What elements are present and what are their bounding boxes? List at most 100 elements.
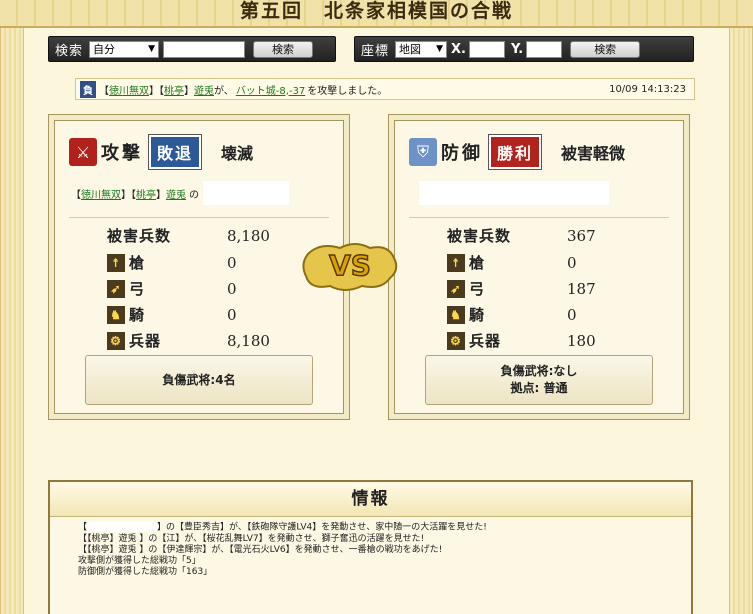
stat-value: 8,180 xyxy=(227,226,270,245)
attacker-damage-level: 壊滅 xyxy=(221,144,254,163)
timestamp: 10/09 14:13:23 xyxy=(609,83,686,95)
y-coordinate-input[interactable] xyxy=(526,40,563,58)
info-heading: 情報 xyxy=(50,482,691,517)
stat-label: 兵器 xyxy=(129,332,162,350)
siege-weapon-icon: ⚙ xyxy=(107,331,125,350)
horse-icon: ♞ xyxy=(107,305,125,324)
stat-bow: ➶ 弓 187 xyxy=(447,278,596,299)
bow-icon: ➶ xyxy=(447,279,465,298)
bracket: 】【 xyxy=(121,189,136,201)
stat-label: 弓 xyxy=(469,280,486,298)
log-text: を攻撃しました。 xyxy=(307,85,388,97)
stat-value: 187 xyxy=(567,279,596,298)
map-select-value: 地図 xyxy=(399,43,422,56)
search-bar: 検索 自分 ▼ 検索 xyxy=(48,36,336,62)
search-type-value: 自分 xyxy=(93,43,116,56)
right-border-decoration xyxy=(729,0,753,614)
redacted-box xyxy=(419,181,609,205)
stat-label: 騎 xyxy=(469,306,486,324)
injured-generals: 負傷武将:なし xyxy=(500,364,578,378)
search-button[interactable]: 検索 xyxy=(253,40,314,58)
attacker-result-badge: 敗退 xyxy=(147,134,203,170)
stat-spear: ↟ 槍 0 xyxy=(447,252,577,273)
stat-value: 0 xyxy=(227,253,237,272)
chevron-down-icon: ▼ xyxy=(148,43,156,54)
defender-role: 防御 xyxy=(441,143,483,164)
defender-panel: ⛨ 防御 勝利 被害軽微 被害兵数 367 ↟ 槍 0 ➶ 弓 187 ♞ 騎 0 ⚙… xyxy=(388,114,690,420)
stat-label: 槍 xyxy=(469,254,486,272)
stat-label: 被害兵数 xyxy=(107,227,172,245)
result-badge: 負 xyxy=(80,80,96,98)
defender-injured-box: 負傷武将:なし 拠点: 普通 xyxy=(425,355,653,405)
title-band: 第五回 北条家相模国の合戦 xyxy=(0,0,753,28)
stat-cavalry: ♞ 騎 0 xyxy=(447,304,577,325)
coordinate-search-button[interactable]: 検索 xyxy=(570,40,641,58)
coordinate-label: 座標 xyxy=(361,43,390,59)
horse-icon: ♞ xyxy=(447,305,465,324)
attacker-role: 攻撃 xyxy=(101,143,143,164)
clan-link[interactable]: 桃亭 xyxy=(136,186,156,201)
attacker-injured-box: 負傷武将:4名 xyxy=(85,355,313,405)
spear-icon: ↟ xyxy=(107,253,125,272)
bracket: 】 xyxy=(156,189,166,201)
shield-helmet-icon: ⛨ xyxy=(409,138,437,166)
player-link[interactable]: 遊兎 xyxy=(194,82,214,97)
defender-damage-level: 被害軽微 xyxy=(561,144,626,163)
log-text: が、 xyxy=(214,85,234,97)
stat-weapon: ⚙ 兵器 8,180 xyxy=(107,330,270,351)
search-type-select[interactable]: 自分 ▼ xyxy=(89,40,160,58)
redacted-box xyxy=(203,181,289,205)
divider xyxy=(409,217,669,218)
battle-log-entry: 負 【徳川無双 】【 桃亭】遊兎 が、 バット城-8,-37 を攻撃しました。 10/… xyxy=(75,78,695,100)
stat-label: 被害兵数 xyxy=(447,227,512,245)
target-castle-link[interactable]: バット城-8,-37 xyxy=(236,82,305,97)
left-border-decoration xyxy=(0,0,24,614)
stat-label: 槍 xyxy=(129,254,146,272)
info-line: 【【桃亭】遊兎 】の【伊達輝宗】が、【電光石火LV6】を発動させ、一番槍の戦功を… xyxy=(78,544,443,555)
stat-value: 180 xyxy=(567,331,596,350)
base-status: 拠点: 普通 xyxy=(510,381,568,395)
stat-value: 0 xyxy=(227,305,237,324)
crossed-swords-icon: ⚔ xyxy=(69,138,97,166)
particle-text: の xyxy=(189,189,199,201)
clan-link[interactable]: 徳川無双 xyxy=(81,186,121,201)
info-line: 【 】の【豊臣秀吉】が、【鉄砲隊守護LV4】を発動させ、家中随一の大活躍を見せた! xyxy=(78,522,487,534)
info-section: 情報 【 】の【豊臣秀吉】が、【鉄砲隊守護LV4】を発動させ、家中随一の大活躍を見… xyxy=(48,480,693,614)
spear-icon: ↟ xyxy=(447,253,465,272)
bow-icon: ➶ xyxy=(107,279,125,298)
stat-value: 0 xyxy=(567,305,577,324)
stat-value: 0 xyxy=(567,253,577,272)
info-line: 防御側が獲得した総戦功「163」 xyxy=(78,566,213,577)
stat-spear: ↟ 槍 0 xyxy=(107,252,237,273)
injured-generals: 負傷武将:4名 xyxy=(162,372,236,387)
x-label: X. xyxy=(451,41,466,57)
bracket: 】 xyxy=(184,85,194,97)
map-select[interactable]: 地図 ▼ xyxy=(395,40,448,58)
divider xyxy=(69,217,329,218)
x-coordinate-input[interactable] xyxy=(468,40,505,58)
y-label: Y. xyxy=(510,41,524,57)
stat-bow: ➶ 弓 0 xyxy=(107,278,237,299)
bracket: 【 xyxy=(71,189,81,201)
info-line: 攻撃側が獲得した総戦功「5」 xyxy=(78,555,201,566)
chevron-down-icon: ▼ xyxy=(436,43,444,54)
stat-cavalry: ♞ 騎 0 xyxy=(107,304,237,325)
search-input[interactable] xyxy=(163,40,246,58)
info-line: 【【桃亭】遊兎 】の【江】が、【桜花乱舞LV7】を発動させ、獅子奮迅の活躍を見せ… xyxy=(78,533,425,544)
clan-link[interactable]: 徳川無双 xyxy=(109,82,149,97)
info-lines: 【 】の【豊臣秀吉】が、【鉄砲隊守護LV4】を発動させ、家中随一の大活躍を見せた!… xyxy=(78,522,487,578)
stat-loss: 被害兵数 8,180 xyxy=(107,225,270,246)
clan-link[interactable]: 桃亭 xyxy=(164,82,184,97)
stat-value: 8,180 xyxy=(227,331,270,350)
stat-loss: 被害兵数 367 xyxy=(447,225,596,246)
vs-text: VS xyxy=(329,249,371,282)
stat-label: 弓 xyxy=(129,280,146,298)
player-link[interactable]: 遊兎 xyxy=(166,186,186,201)
search-label: 検索 xyxy=(55,43,84,59)
coordinate-bar: 座標 地図 ▼ X. Y. 検索 xyxy=(354,36,694,62)
redacted-box xyxy=(87,522,158,532)
stat-value: 367 xyxy=(567,226,596,245)
siege-weapon-icon: ⚙ xyxy=(447,331,465,350)
versus-emblem: VS xyxy=(302,243,398,291)
bracket: 【 xyxy=(99,85,109,97)
